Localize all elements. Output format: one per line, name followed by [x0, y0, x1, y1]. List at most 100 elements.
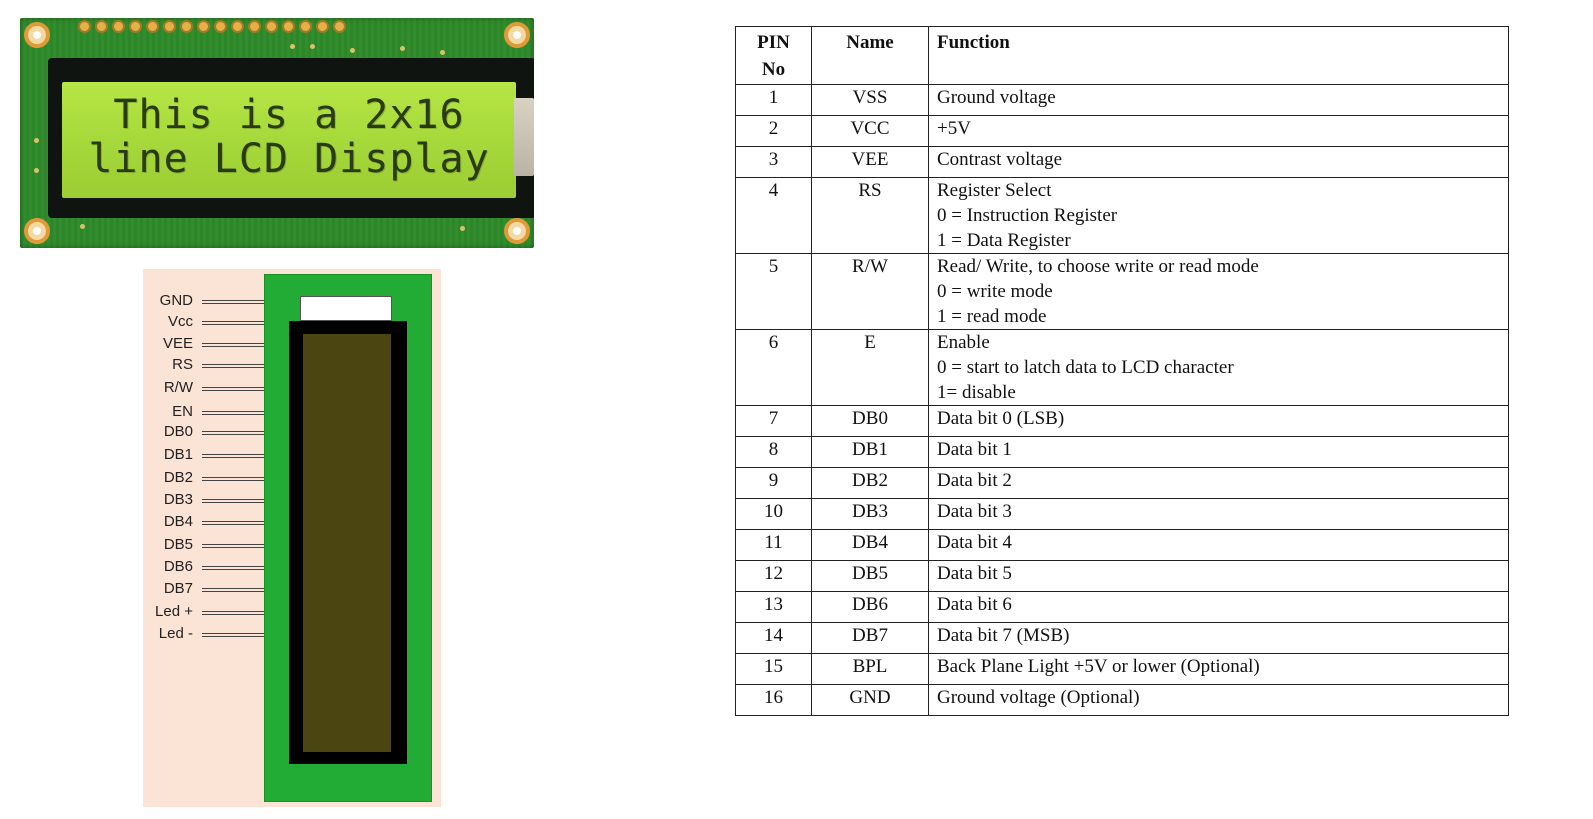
function-line: Data bit 0 (LSB) [937, 408, 1065, 429]
pin-lead [202, 588, 264, 592]
header-pin [316, 20, 329, 33]
header-pin [231, 20, 244, 33]
function-line: 0 = start to latch data to LCD character [937, 357, 1234, 378]
function-line: Back Plane Light +5V or lower (Optional) [937, 656, 1260, 677]
pin-function-cell: Enable 0 = start to latch data to LCD cha… [928, 329, 1509, 406]
pin-name-cell: DB5 [811, 560, 929, 592]
pin-label: Led + [155, 603, 193, 620]
pin-function-cell: Read/ Write, to choose write or read mod… [928, 253, 1509, 330]
mount-hole-top-left [24, 22, 50, 48]
pin-row: DB7 [143, 580, 266, 598]
header-pin [282, 20, 295, 33]
pin-label: DB5 [163, 536, 193, 553]
function-line: 1 = Data Register [937, 230, 1071, 251]
pin-function-cell: Ground voltage [928, 84, 1509, 116]
pin-row: DB0 [143, 423, 266, 441]
pin-lead [202, 633, 264, 637]
pin-function-table: PIN No Name Function 1 VSS Ground voltage 2… [735, 26, 1509, 716]
pin-number-cell: 1 [735, 84, 812, 116]
function-line: Data bit 7 (MSB) [937, 625, 1070, 646]
header-function: Function [928, 26, 1509, 85]
pin-function-cell: Data bit 6 [928, 591, 1509, 623]
mount-hole-bottom-left [24, 218, 50, 244]
pin-number-cell: 16 [735, 684, 812, 716]
table-row: 6 E Enable 0 = start to latch data to LCD c… [735, 329, 1509, 406]
pcb-via [400, 46, 405, 51]
pin-row: DB5 [143, 536, 266, 554]
pin-function-cell: Data bit 7 (MSB) [928, 622, 1509, 654]
pin-lead [202, 300, 264, 304]
pin-function-cell: Data bit 4 [928, 529, 1509, 561]
table-row: 14 DB7 Data bit 7 (MSB) [735, 622, 1509, 654]
pin-label: DB3 [163, 491, 193, 508]
mount-hole-top-right [504, 22, 530, 48]
pin-label: R/W [163, 379, 193, 396]
pcb-via [460, 226, 465, 231]
table-row: 16 GND Ground voltage (Optional) [735, 684, 1509, 716]
pin-number-cell: 8 [735, 436, 812, 468]
pin-name-cell: DB3 [811, 498, 929, 530]
pin-name-cell: DB6 [811, 591, 929, 623]
pcb-via [34, 168, 39, 173]
pin-lead [202, 454, 264, 458]
pin-name-cell: RS [811, 177, 929, 254]
pin-name-cell: DB7 [811, 622, 929, 654]
function-line: 1= disable [937, 382, 1016, 403]
pin-label: DB2 [163, 469, 193, 486]
table-row: 7 DB0 Data bit 0 (LSB) [735, 405, 1509, 437]
pin-number-cell: 5 [735, 253, 812, 330]
table-row: 5 R/W Read/ Write, to choose write or read… [735, 253, 1509, 330]
pin-lead [202, 611, 264, 615]
pin-lead [202, 566, 264, 570]
header-pin-strip [78, 20, 346, 33]
pin-lead [202, 431, 264, 435]
pin-row: GND [143, 292, 266, 310]
header-name: Name [811, 26, 929, 85]
function-line: Data bit 5 [937, 563, 1012, 584]
pin-number-cell: 11 [735, 529, 812, 561]
header-pin [163, 20, 176, 33]
function-line: +5V [937, 118, 971, 139]
pin-lead [202, 411, 264, 415]
pin-row: RS [143, 356, 266, 374]
function-line: Data bit 4 [937, 532, 1012, 553]
pin-lead [202, 343, 264, 347]
header-pin [197, 20, 210, 33]
pin-name-cell: VEE [811, 146, 929, 178]
pin-lead [202, 387, 264, 391]
pin-row: DB6 [143, 558, 266, 576]
pin-name-cell: DB2 [811, 467, 929, 499]
pin-number-cell: 6 [735, 329, 812, 406]
pin-row: Vcc [143, 313, 266, 331]
pin-number-cell: 9 [735, 467, 812, 499]
pin-row: DB1 [143, 446, 266, 464]
header-pin [95, 20, 108, 33]
pin-lead [202, 499, 264, 503]
header-pin [299, 20, 312, 33]
pin-label: DB6 [163, 558, 193, 575]
pin-name-cell: DB1 [811, 436, 929, 468]
pin-function-cell: Back Plane Light +5V or lower (Optional) [928, 653, 1509, 685]
lcd-screen: This is a 2x16 line LCD Display [62, 82, 516, 198]
pin-name-cell: R/W [811, 253, 929, 330]
function-line: Ground voltage [937, 87, 1056, 108]
lcd-display-area [303, 334, 391, 752]
pin-function-cell: Register Select 0 = Instruction Register 1… [928, 177, 1509, 254]
lcd-line-1: This is a 2x16 [113, 92, 465, 138]
pin-label: Led - [158, 625, 193, 642]
pin-row: VEE [143, 335, 266, 353]
pin-number-cell: 3 [735, 146, 812, 178]
function-line: Data bit 3 [937, 501, 1012, 522]
header-pin [129, 20, 142, 33]
function-line: Data bit 2 [937, 470, 1012, 491]
function-line: Contrast voltage [937, 149, 1063, 170]
pin-label: Vcc [167, 313, 193, 330]
pin-row: DB2 [143, 469, 266, 487]
pin-row: R/W [143, 379, 266, 397]
pcb-via [350, 48, 355, 53]
pin-function-cell: Ground voltage (Optional) [928, 684, 1509, 716]
pin-label: GND [159, 292, 193, 309]
table-row: 13 DB6 Data bit 6 [735, 591, 1509, 623]
pin-lead [202, 544, 264, 548]
table-row: 11 DB4 Data bit 4 [735, 529, 1509, 561]
